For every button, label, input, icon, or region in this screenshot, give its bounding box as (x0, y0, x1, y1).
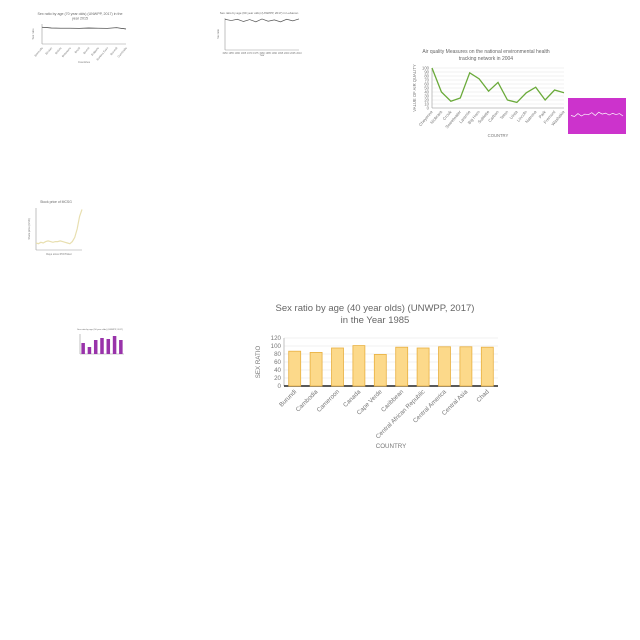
bar (480, 346, 494, 387)
chart-svg: Air quality Measures on the national env… (412, 49, 566, 138)
chart-title: Sex ratio by age (40 year olds) (UNWPP, … (276, 303, 475, 314)
y-tick-label: 0 (278, 383, 282, 390)
x-tick-label: Canada (342, 388, 363, 409)
bar (331, 347, 344, 387)
chart-title: Stock price of MCSG (40, 200, 72, 204)
y-axis-label: Sex ratio (31, 28, 35, 39)
series-line (41, 26, 127, 30)
x-tick-label: Cameroon (316, 388, 342, 414)
chart-svg: Sex ratio by age (60 year olds) (UNWPP, … (217, 11, 302, 57)
bar (87, 347, 92, 354)
x-tick-label: 1950 (222, 52, 228, 55)
chart-sex-ratio-40-bar: Sex ratio by age (40 year olds) (UNWPP, … (250, 300, 500, 455)
x-tick-label: 1990 (272, 52, 278, 55)
bar (352, 345, 366, 387)
y-tick-label: 80 (274, 351, 281, 358)
bar (112, 336, 117, 354)
chart-title: Sex ratio by age (50 year olds) (UNWPP, … (77, 328, 123, 331)
chart-svg: Stock price of MCSG Days since IPO/Ticker… (27, 200, 83, 256)
bar (106, 339, 111, 354)
bar (309, 352, 323, 387)
chart-title: year 2015 (72, 17, 88, 21)
chart-sex-ratio-70: Sex ratio by age (70 year olds) (UNWPP, … (28, 8, 132, 66)
chart-magenta-line (568, 98, 626, 134)
y-tick-label: 60 (274, 359, 281, 366)
x-tick-label: Bermuda (33, 46, 44, 58)
x-tick-label: 1995 (278, 52, 284, 55)
bar (81, 343, 85, 354)
chart-title: in the Year 1985 (341, 315, 410, 326)
x-axis-label: Countries (78, 60, 91, 64)
bar (373, 354, 387, 387)
y-tick-label: 120 (271, 335, 282, 342)
x-tick-label: 2005 (290, 52, 296, 55)
y-tick-label: 20 (274, 375, 281, 382)
x-tick-label: Teton (499, 109, 510, 121)
x-tick-label: Bhutan (44, 46, 53, 56)
chart-title: tracking network in 2004 (459, 56, 513, 62)
bar (459, 346, 473, 387)
chart-background (568, 98, 626, 134)
chart-svg: Sex ratio by age (70 year olds) (UNWPP, … (31, 12, 129, 64)
x-tick-label: 2000 (284, 52, 290, 55)
chart-title: Air quality Measures on the national env… (422, 49, 550, 55)
bar (100, 338, 104, 354)
x-tick-label: Carbon (487, 109, 500, 123)
y-axis-label: Share price (USD) (27, 218, 31, 239)
y-axis-label: VALUE OF AIR QUALITY (412, 64, 417, 112)
chart-title: Sex ratio by age (70 year olds) (UNWPP, … (37, 12, 122, 16)
chart-sex-ratio-60-lebanon: Sex ratio by age (60 year olds) (UNWPP, … (215, 8, 303, 64)
x-tick-label: Cambodia (117, 46, 129, 59)
chart-svg: Sex ratio by age (50 year olds) (UNWPP, … (77, 328, 124, 355)
y-tick-label: 100 (422, 65, 430, 70)
x-tick-label: 1965 (241, 52, 247, 55)
x-axis-label: Year (260, 54, 265, 57)
y-tick-label: 100 (271, 343, 282, 350)
chart-title: Sex ratio by age (60 year olds) (UNWPP, … (220, 11, 299, 15)
x-tick-label: 1955 (229, 52, 235, 55)
chart-svg: Sex ratio by age (40 year olds) (UNWPP, … (255, 303, 498, 450)
x-axis-label: COUNTRY (376, 443, 406, 450)
x-axis-label: Days since IPO/Ticker (46, 252, 72, 256)
series-line (224, 18, 300, 23)
x-tick-label: Brazil (74, 46, 82, 54)
chart-sex-ratio-50-bars: Sex ratio by age (50 year olds) (UNWPP, … (74, 326, 126, 360)
bar (395, 346, 409, 387)
x-tick-label: Chad (475, 388, 491, 404)
bar (438, 346, 451, 387)
chart-stock-price: Stock price of MCSG Days since IPO/Ticker… (26, 200, 86, 260)
y-tick-label: 40 (274, 367, 281, 374)
x-tick-label: Botswana (61, 46, 72, 58)
chart-svg (568, 98, 626, 134)
bar (93, 340, 98, 354)
x-tick-label: 1970 (247, 52, 253, 55)
x-tick-label: 1985 (266, 52, 272, 55)
x-tick-label: 2010 (296, 52, 302, 55)
y-axis-label: SEX RATIO (255, 346, 262, 379)
bar (288, 350, 302, 387)
x-tick-label: Burundi (278, 388, 298, 408)
chart-air-quality: Air quality Measures on the national env… (406, 46, 566, 142)
x-axis-label: COUNTRY (488, 133, 509, 138)
series-line (431, 67, 565, 104)
y-axis-label: Sex ratio (217, 29, 220, 39)
bar (416, 347, 430, 387)
x-tick-label: 1975 (253, 52, 259, 55)
bar (119, 340, 123, 354)
series-line (35, 209, 83, 245)
x-tick-label: 1960 (235, 52, 241, 55)
